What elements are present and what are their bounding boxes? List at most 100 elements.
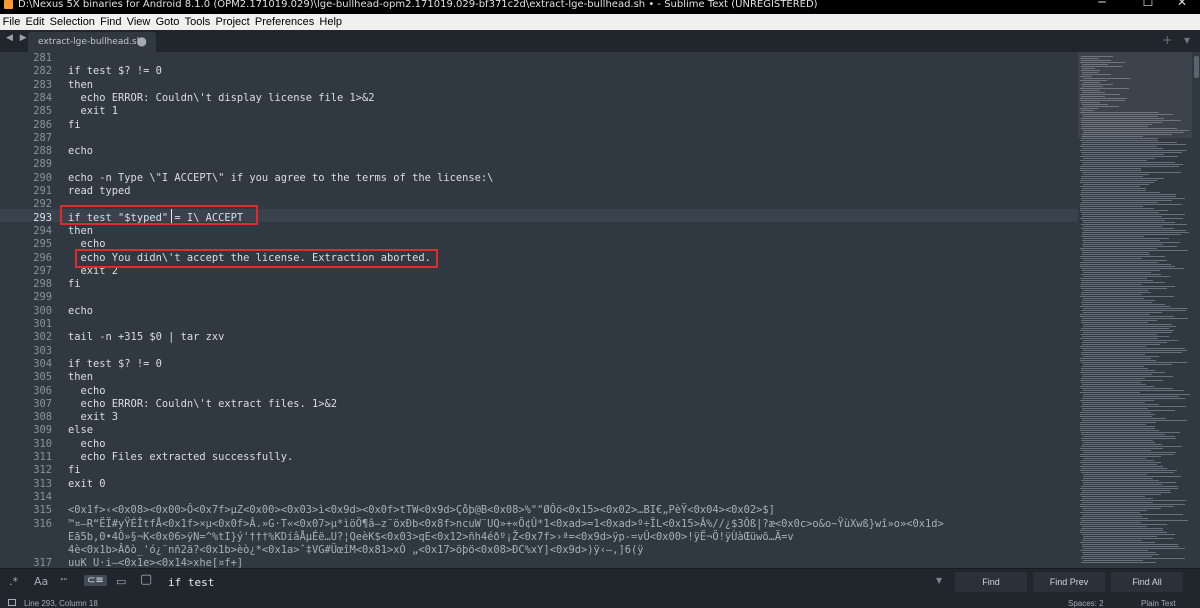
minimap-stroke <box>1081 280 1153 281</box>
minimap-stroke <box>1083 246 1177 247</box>
code-line[interactable]: else <box>68 424 93 437</box>
minimap-stroke <box>1081 354 1145 355</box>
line-number: 308 <box>33 411 52 424</box>
code-line[interactable]: fi <box>68 278 81 291</box>
minimap-stroke <box>1081 468 1167 469</box>
minimap-stroke <box>1080 430 1159 431</box>
tab-nav-arrows-icon[interactable]: ◀ ▶ <box>6 33 29 43</box>
code-line[interactable]: if test $? != 0 <box>68 65 162 78</box>
code-line[interactable]: uuK U·i–<0x1e><0x14>xhe[¤f+] <box>68 557 243 568</box>
menu-item-file[interactable]: File <box>0 15 23 29</box>
minimize-button[interactable]: ─ <box>1082 0 1122 8</box>
highlight-matches-toggle[interactable]: ▢ <box>140 572 152 587</box>
code-line[interactable]: then <box>68 371 93 384</box>
vertical-scrollbar[interactable] <box>1192 52 1200 568</box>
code-line[interactable]: fi <box>68 464 81 477</box>
minimap-stroke <box>1081 562 1156 563</box>
code-line[interactable]: then <box>68 225 93 238</box>
close-button[interactable]: ✕ <box>1162 0 1200 8</box>
code-line[interactable]: 4è<0x1b>Âðò_'ó¿¨nñ2ä?<0x1b>èò¿*<0x1a>ˆ‡V… <box>68 544 644 557</box>
minimap-stroke <box>1082 74 1111 75</box>
minimap-stroke <box>1081 472 1174 473</box>
code-line[interactable]: <0x1f>‹<0x08><0x00>Ô<0x7f>µZ<0x00><0x03>… <box>68 504 775 517</box>
find-button[interactable]: Find <box>955 572 1027 592</box>
minimap-stroke <box>1082 516 1142 517</box>
code-line[interactable]: echo Files extracted successfully. <box>68 451 294 464</box>
minimap-stroke <box>1082 214 1185 215</box>
minimap-stroke <box>1080 314 1150 315</box>
editor-area[interactable]: 281 282 if test $? != 0 283 then 284 echo ERR… <box>0 52 1200 568</box>
menu-item-preferences[interactable]: Preferences <box>252 15 317 29</box>
menu-item-find[interactable]: Find <box>98 15 125 29</box>
code-line[interactable]: if test $? != 0 <box>68 358 162 371</box>
minimap-stroke <box>1080 470 1177 471</box>
code-line[interactable]: echo <box>68 438 106 451</box>
minimap-stroke <box>1080 210 1168 211</box>
minimap-stroke <box>1083 308 1188 309</box>
minimap-stroke <box>1083 226 1162 227</box>
minimap-stroke <box>1080 504 1185 505</box>
code-line[interactable]: exit 0 <box>68 478 106 491</box>
code-line[interactable]: exit 1 <box>68 105 119 118</box>
minimap-stroke <box>1080 108 1098 109</box>
code-line[interactable]: ™¤–R“ËÏ#yŸÉÎtfÅ<0x1f>×µ<0x0f>Â.»G·T«<0x0… <box>68 518 944 531</box>
code-line[interactable]: fi <box>68 119 81 132</box>
code-line[interactable]: read typed <box>68 185 131 198</box>
menu-item-selection[interactable]: Selection <box>47 15 97 29</box>
code-line[interactable]: echo <box>68 385 106 398</box>
minimap-stroke <box>1082 540 1142 541</box>
minimap-stroke <box>1082 172 1181 173</box>
minimap-stroke <box>1083 536 1157 537</box>
minimap-stroke <box>1080 264 1171 265</box>
menu-item-goto[interactable]: Goto <box>153 15 182 29</box>
code-line[interactable]: echo -n Type \"I ACCEPT\" if you agree t… <box>68 172 493 185</box>
tab-extract-lge-bullhead[interactable]: extract-lge-bullhead.sh ● <box>28 32 156 52</box>
find-all-button[interactable]: Find All <box>1111 572 1183 592</box>
minimap-stroke <box>1083 290 1148 291</box>
unsaved-dot-icon[interactable]: ● <box>137 34 147 48</box>
minimap-stroke <box>1083 458 1146 459</box>
minimap-stroke <box>1080 296 1174 297</box>
menu-item-edit[interactable]: Edit <box>23 15 47 29</box>
line-number: 310 <box>33 437 52 450</box>
menu-item-help[interactable]: Help <box>317 15 345 29</box>
minimap-stroke <box>1081 370 1155 371</box>
code-line[interactable]: tail -n +315 $0 | tar zxv <box>68 331 224 344</box>
code-line[interactable]: exit 3 <box>68 411 119 424</box>
new-tab-and-overflow-icons[interactable]: + ▾ <box>1162 33 1194 47</box>
line-number: 288 <box>33 145 52 158</box>
syntax-selector[interactable]: Plain Text <box>1141 599 1176 608</box>
minimap[interactable] <box>1078 52 1192 568</box>
scrollbar-thumb[interactable] <box>1194 56 1199 78</box>
case-sensitive-toggle[interactable]: Aa <box>34 575 48 588</box>
minimap-stroke <box>1080 256 1165 257</box>
code-line[interactable]: Eã5b,0•4Ô»§¬K<0x06>ÿN=^%tI}ý'†††%KDíâÅµÉ… <box>68 531 794 544</box>
find-input[interactable] <box>160 572 950 592</box>
find-prev-button[interactable]: Find Prev <box>1033 572 1105 592</box>
menu-item-tools[interactable]: Tools <box>182 15 213 29</box>
code-line[interactable]: echo ERROR: Couldn\'t extract files. 1>&… <box>68 398 338 411</box>
minimap-stroke <box>1081 268 1184 269</box>
minimap-stroke <box>1081 388 1173 389</box>
whole-word-toggle[interactable]: "" <box>60 577 67 586</box>
menu-item-view[interactable]: View <box>124 15 153 29</box>
line-number: 283 <box>33 78 52 91</box>
wrap-toggle[interactable]: ⊂≡ <box>84 575 107 586</box>
regex-toggle[interactable]: .* <box>9 575 18 588</box>
minimap-stroke <box>1081 486 1178 487</box>
minimap-stroke <box>1083 158 1155 159</box>
code-line[interactable]: echo <box>68 305 93 318</box>
minimap-stroke <box>1081 320 1157 321</box>
minimap-stroke <box>1080 248 1157 249</box>
minimap-stroke <box>1082 68 1095 69</box>
code-line[interactable]: echo <box>68 145 93 158</box>
menu-item-project[interactable]: Project <box>213 15 252 29</box>
code-line[interactable]: echo ERROR: Couldn\'t display license fi… <box>68 92 375 105</box>
panel-toggle-icon[interactable] <box>8 599 16 606</box>
indentation-setting[interactable]: Spaces: 2 <box>1068 599 1104 608</box>
find-history-dropdown-icon[interactable]: ▼ <box>936 576 942 585</box>
minimap-stroke <box>1083 452 1176 453</box>
code-line[interactable]: then <box>68 79 93 92</box>
in-selection-toggle[interactable]: ▭ <box>116 575 126 588</box>
minimap-stroke <box>1081 288 1167 289</box>
